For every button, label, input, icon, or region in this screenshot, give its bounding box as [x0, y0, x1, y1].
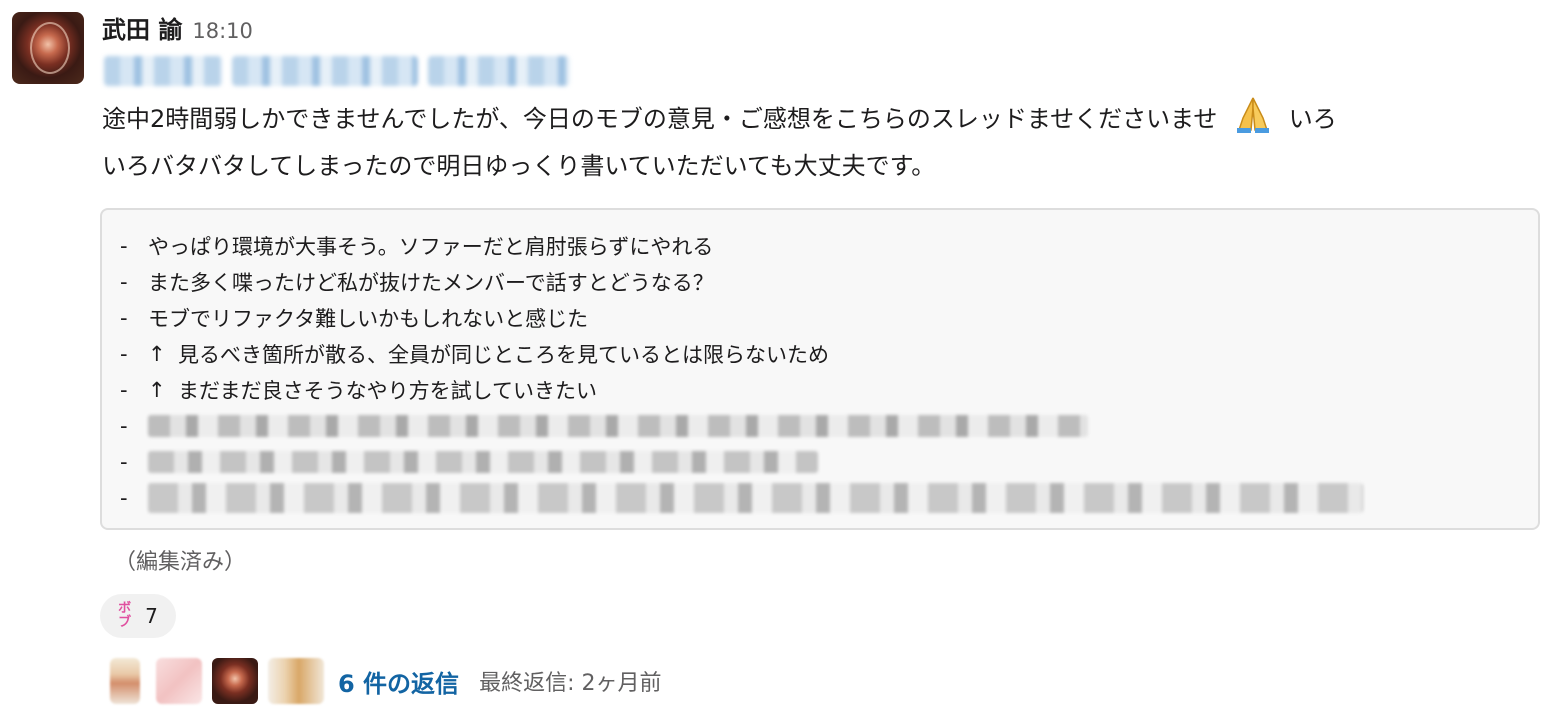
replier-avatar	[268, 658, 324, 704]
message-text-1: 途中2時間弱しかできませんでしたが、今日のモブの意見・ご感想をこちらのスレッドま…	[102, 105, 1218, 133]
replier-avatar	[156, 658, 202, 704]
reply-count-link[interactable]: 6 件の返信	[338, 664, 459, 699]
user-avatar[interactable]	[12, 12, 84, 84]
redacted-mention	[428, 56, 570, 86]
last-reply-time: 最終返信: 2ヶ月前	[479, 671, 662, 696]
message-header: 武田 諭 18:10	[102, 10, 253, 46]
code-line-redacted: -	[120, 480, 1520, 516]
code-line-text: まだまだ良さそうなやり方を試していきたい	[178, 379, 597, 403]
list-dash: -	[120, 486, 128, 510]
edited-label: （編集済み）	[114, 550, 247, 575]
emoji-char: ボ	[118, 601, 132, 616]
replier-avatar	[110, 658, 140, 704]
redacted-text	[148, 483, 1363, 513]
message-body: 途中2時間弱しかできませんでしたが、今日のモブの意見・ご感想をこちらのスレッドま…	[102, 94, 1532, 186]
code-line-text: やっぱり環境が大事そう。ソファーだと肩肘張らずにやれる	[148, 235, 714, 259]
code-line-text: また多く喋ったけど私が抜けたメンバーで話すとどうなる？	[148, 271, 714, 295]
code-line-text: モブでリファクタ難しいかもしれないと感じた	[148, 307, 589, 331]
list-dash: -	[120, 414, 128, 438]
up-arrow-icon: ↑	[148, 378, 166, 402]
code-line-text: 見るべき箇所が散る、全員が同じところを見ているとは限らないため	[178, 343, 829, 367]
replier-avatar	[212, 658, 258, 704]
folded-hands-icon	[1231, 94, 1275, 146]
redacted-mention	[104, 56, 222, 86]
list-dash: -	[120, 342, 128, 366]
list-dash: -	[120, 270, 128, 294]
code-line: - モブでリファクタ難しいかもしれないと感じた	[120, 300, 1520, 336]
code-line: - やっぱり環境が大事そう。ソファーだと肩肘張らずにやれる	[120, 228, 1520, 264]
list-dash: -	[120, 234, 128, 258]
redacted-text	[148, 415, 1088, 437]
list-dash: -	[120, 378, 128, 402]
list-dash: -	[120, 306, 128, 330]
timestamp[interactable]: 18:10	[192, 19, 253, 43]
list-dash: -	[120, 450, 128, 474]
code-line: - ↑ まだまだ良さそうなやり方を試していきたい	[120, 372, 1520, 408]
code-line-redacted: -	[120, 408, 1520, 444]
message-text-2: いろバタバタしてしまったので明日ゆっくり書いていただいても大丈夫です。	[102, 152, 936, 180]
redacted-mention	[232, 56, 418, 86]
redacted-mentions	[104, 56, 570, 86]
reaction-count: 7	[145, 604, 158, 628]
code-line: - ↑ 見るべき箇所が散る、全員が同じところを見ているとは限らないため	[120, 336, 1520, 372]
redacted-text	[148, 451, 818, 473]
up-arrow-icon: ↑	[148, 342, 166, 366]
username[interactable]: 武田 諭	[102, 10, 182, 45]
reaction-button[interactable]: ボ ブ 7	[100, 594, 176, 638]
emoji-char: ブ	[118, 615, 132, 630]
code-block: - やっぱり環境が大事そう。ソファーだと肩肘張らずにやれる - また多く喋ったけ…	[100, 208, 1540, 530]
code-line: - また多く喋ったけど私が抜けたメンバーで話すとどうなる？	[120, 264, 1520, 300]
code-line-redacted: -	[120, 444, 1520, 480]
thread-summary[interactable]: 6 件の返信 最終返信: 2ヶ月前	[110, 656, 661, 706]
message-text-2a: いろ	[1288, 105, 1337, 133]
custom-emoji-icon: ボ ブ	[118, 602, 131, 630]
